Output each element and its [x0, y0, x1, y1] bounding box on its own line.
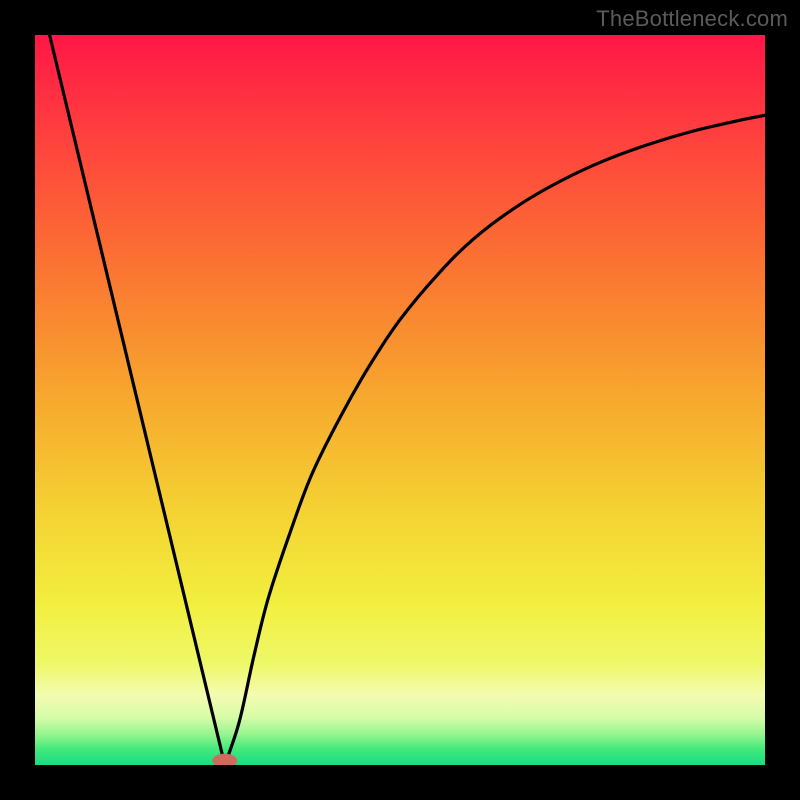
- plot-area: [35, 35, 765, 765]
- watermark-text: TheBottleneck.com: [596, 6, 788, 32]
- chart-frame: TheBottleneck.com: [0, 0, 800, 800]
- plot-svg: [35, 35, 765, 765]
- gradient-background: [35, 35, 765, 765]
